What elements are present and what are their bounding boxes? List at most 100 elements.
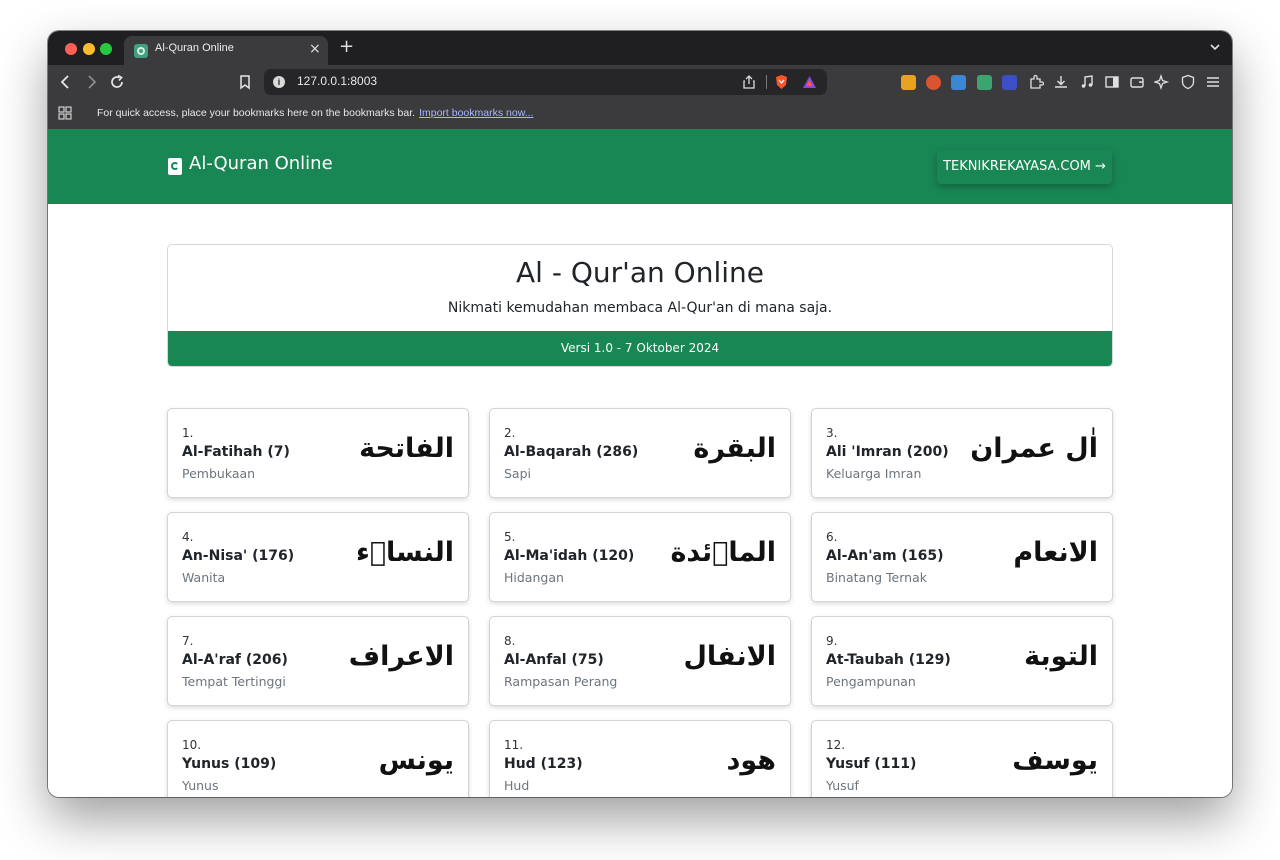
tab-strip: Al-Quran Online × + bbox=[48, 31, 1232, 65]
surah-arabic-name: النساۤء bbox=[355, 537, 454, 568]
surah-number: 1. bbox=[182, 426, 194, 440]
forward-icon[interactable] bbox=[82, 73, 100, 91]
surah-grid: 1. Al-Fatihah (7) Pembukaan الفاتحة 2. A… bbox=[167, 408, 1113, 797]
surah-number: 3. bbox=[826, 426, 838, 440]
surah-number: 9. bbox=[826, 634, 838, 648]
new-tab-icon[interactable]: + bbox=[339, 37, 354, 57]
address-bar[interactable]: i 127.0.0.1:8003 bbox=[264, 69, 827, 95]
surah-meaning: Pembukaan bbox=[182, 466, 256, 481]
site-info-icon[interactable]: i bbox=[273, 76, 285, 88]
page-title: Al - Qur'an Online bbox=[516, 256, 764, 289]
surah-number: 2. bbox=[504, 426, 516, 440]
extension-grid-icon[interactable] bbox=[901, 75, 916, 90]
surah-meaning: Hidangan bbox=[504, 570, 564, 585]
surah-card[interactable]: 7. Al-A'raf (206) Tempat Tertinggi الاعر… bbox=[167, 616, 469, 706]
bookmark-icon[interactable] bbox=[236, 73, 254, 91]
surah-meaning: Hud bbox=[504, 778, 530, 793]
surah-number: 5. bbox=[504, 530, 516, 544]
import-bookmarks-link[interactable]: Import bookmarks now... bbox=[419, 107, 533, 119]
page-subtitle: Nikmati kemudahan membaca Al-Qur'an di m… bbox=[447, 300, 833, 316]
download-icon[interactable] bbox=[1053, 74, 1069, 90]
surah-arabic-name: يوسف bbox=[1012, 745, 1098, 776]
surah-arabic-name: الانفال bbox=[683, 641, 777, 672]
surah-card[interactable]: 10. Yunus (109) Yunus يونس bbox=[167, 720, 469, 797]
url-text[interactable]: 127.0.0.1:8003 bbox=[297, 74, 377, 88]
surah-name: Yusuf (111) bbox=[826, 756, 917, 772]
surah-name: Al-A'raf (206) bbox=[182, 652, 288, 668]
surah-arabic-name: اٰل عمران bbox=[970, 433, 1098, 464]
surah-arabic-name: الانعام bbox=[1013, 537, 1098, 568]
surah-name: Al-Fatihah (7) bbox=[182, 444, 290, 460]
surah-meaning: Wanita bbox=[182, 570, 226, 585]
extension-fi-icon[interactable] bbox=[951, 75, 966, 90]
extension-fox-icon[interactable] bbox=[926, 75, 941, 90]
surah-meaning: Yusuf bbox=[826, 778, 859, 793]
quran-book-icon bbox=[168, 158, 182, 175]
extension-dots-icon[interactable] bbox=[1002, 75, 1017, 90]
bookmarks-hint-text: For quick access, place your bookmarks h… bbox=[97, 107, 416, 119]
site-brand[interactable]: Al-Quran Online bbox=[189, 153, 333, 174]
menu-icon[interactable] bbox=[1205, 74, 1221, 90]
surah-number: 12. bbox=[826, 738, 846, 752]
teknikrekayasa-link-button[interactable]: TEKNIKREKAYASA.COM → bbox=[937, 150, 1112, 184]
url-separator bbox=[766, 75, 767, 89]
surah-card[interactable]: 9. At-Taubah (129) Pengampunan التوبة bbox=[811, 616, 1113, 706]
surah-card[interactable]: 8. Al-Anfal (75) Rampasan Perang الانفال bbox=[489, 616, 791, 706]
bookmarks-bar: For quick access, place your bookmarks h… bbox=[48, 99, 1232, 129]
surah-number: 11. bbox=[504, 738, 524, 752]
bookmarks-hint: For quick access, place your bookmarks h… bbox=[97, 107, 533, 119]
surah-number: 6. bbox=[826, 530, 838, 544]
surah-meaning: Sapi bbox=[504, 466, 532, 481]
surah-name: Yunus (109) bbox=[182, 756, 277, 772]
surah-meaning: Rampasan Perang bbox=[504, 674, 618, 689]
surah-name: Al-An'am (165) bbox=[826, 548, 944, 564]
surah-name: Al-Baqarah (286) bbox=[504, 444, 639, 460]
surah-arabic-name: البقرة bbox=[693, 433, 776, 464]
surah-card[interactable]: 1. Al-Fatihah (7) Pembukaan الفاتحة bbox=[167, 408, 469, 498]
surah-card[interactable]: 4. An-Nisa' (176) Wanita النساۤء bbox=[167, 512, 469, 602]
browser-window: Al-Quran Online × + i 127.0.0.1:8003 For… bbox=[48, 31, 1232, 797]
surah-card[interactable]: 6. Al-An'am (165) Binatang Ternak الانعا… bbox=[811, 512, 1113, 602]
brave-shield-icon[interactable] bbox=[774, 74, 789, 90]
chevron-down-icon[interactable] bbox=[1208, 40, 1222, 54]
music-note-icon[interactable] bbox=[1079, 74, 1095, 90]
surah-number: 4. bbox=[182, 530, 194, 544]
surah-arabic-name: التوبة bbox=[1024, 641, 1098, 672]
site-navbar: Al-Quran Online TEKNIKREKAYASA.COM → bbox=[48, 129, 1232, 204]
surah-card[interactable]: 12. Yusuf (111) Yusuf يوسف bbox=[811, 720, 1113, 797]
hero-card: Al - Qur'an Online Nikmati kemudahan mem… bbox=[167, 244, 1113, 367]
leo-ai-icon[interactable] bbox=[1154, 74, 1170, 90]
close-tab-icon[interactable]: × bbox=[309, 40, 321, 58]
extensions-puzzle-icon[interactable] bbox=[1028, 74, 1044, 90]
browser-tab-active[interactable]: Al-Quran Online × bbox=[124, 36, 328, 65]
share-icon[interactable] bbox=[742, 75, 756, 89]
brave-rewards-icon[interactable] bbox=[802, 75, 817, 89]
back-icon[interactable] bbox=[57, 73, 75, 91]
reload-icon[interactable] bbox=[108, 73, 126, 91]
surah-number: 7. bbox=[182, 634, 194, 648]
surah-meaning: Tempat Tertinggi bbox=[182, 674, 286, 689]
surah-number: 10. bbox=[182, 738, 202, 752]
surah-card[interactable]: 5. Al-Ma'idah (120) Hidangan الماۤئدة bbox=[489, 512, 791, 602]
minimize-window-button[interactable] bbox=[83, 43, 95, 55]
vpn-shield-icon[interactable] bbox=[1180, 74, 1196, 90]
surah-meaning: Yunus bbox=[182, 778, 219, 793]
surah-meaning: Binatang Ternak bbox=[826, 570, 927, 585]
surah-number: 8. bbox=[504, 634, 516, 648]
wallet-icon[interactable] bbox=[1129, 74, 1145, 90]
apps-grid-icon[interactable] bbox=[58, 106, 72, 120]
surah-arabic-name: الاعراف bbox=[348, 641, 454, 672]
surah-card[interactable]: 2. Al-Baqarah (286) Sapi البقرة bbox=[489, 408, 791, 498]
surah-name: Ali 'Imran (200) bbox=[826, 444, 949, 460]
close-window-button[interactable] bbox=[65, 43, 77, 55]
extension-sheet-icon[interactable] bbox=[977, 75, 992, 90]
page-content: Al-Quran Online TEKNIKREKAYASA.COM → Al … bbox=[48, 129, 1232, 797]
surah-arabic-name: هود bbox=[726, 745, 776, 776]
surah-name: Al-Ma'idah (120) bbox=[504, 548, 635, 564]
version-banner: Versi 1.0 - 7 Oktober 2024 bbox=[168, 331, 1112, 366]
surah-card[interactable]: 3. Ali 'Imran (200) Keluarga Imran اٰل ع… bbox=[811, 408, 1113, 498]
sidebar-icon[interactable] bbox=[1104, 74, 1120, 90]
surah-arabic-name: الفاتحة bbox=[359, 433, 454, 464]
surah-card[interactable]: 11. Hud (123) Hud هود bbox=[489, 720, 791, 797]
maximize-window-button[interactable] bbox=[100, 43, 112, 55]
